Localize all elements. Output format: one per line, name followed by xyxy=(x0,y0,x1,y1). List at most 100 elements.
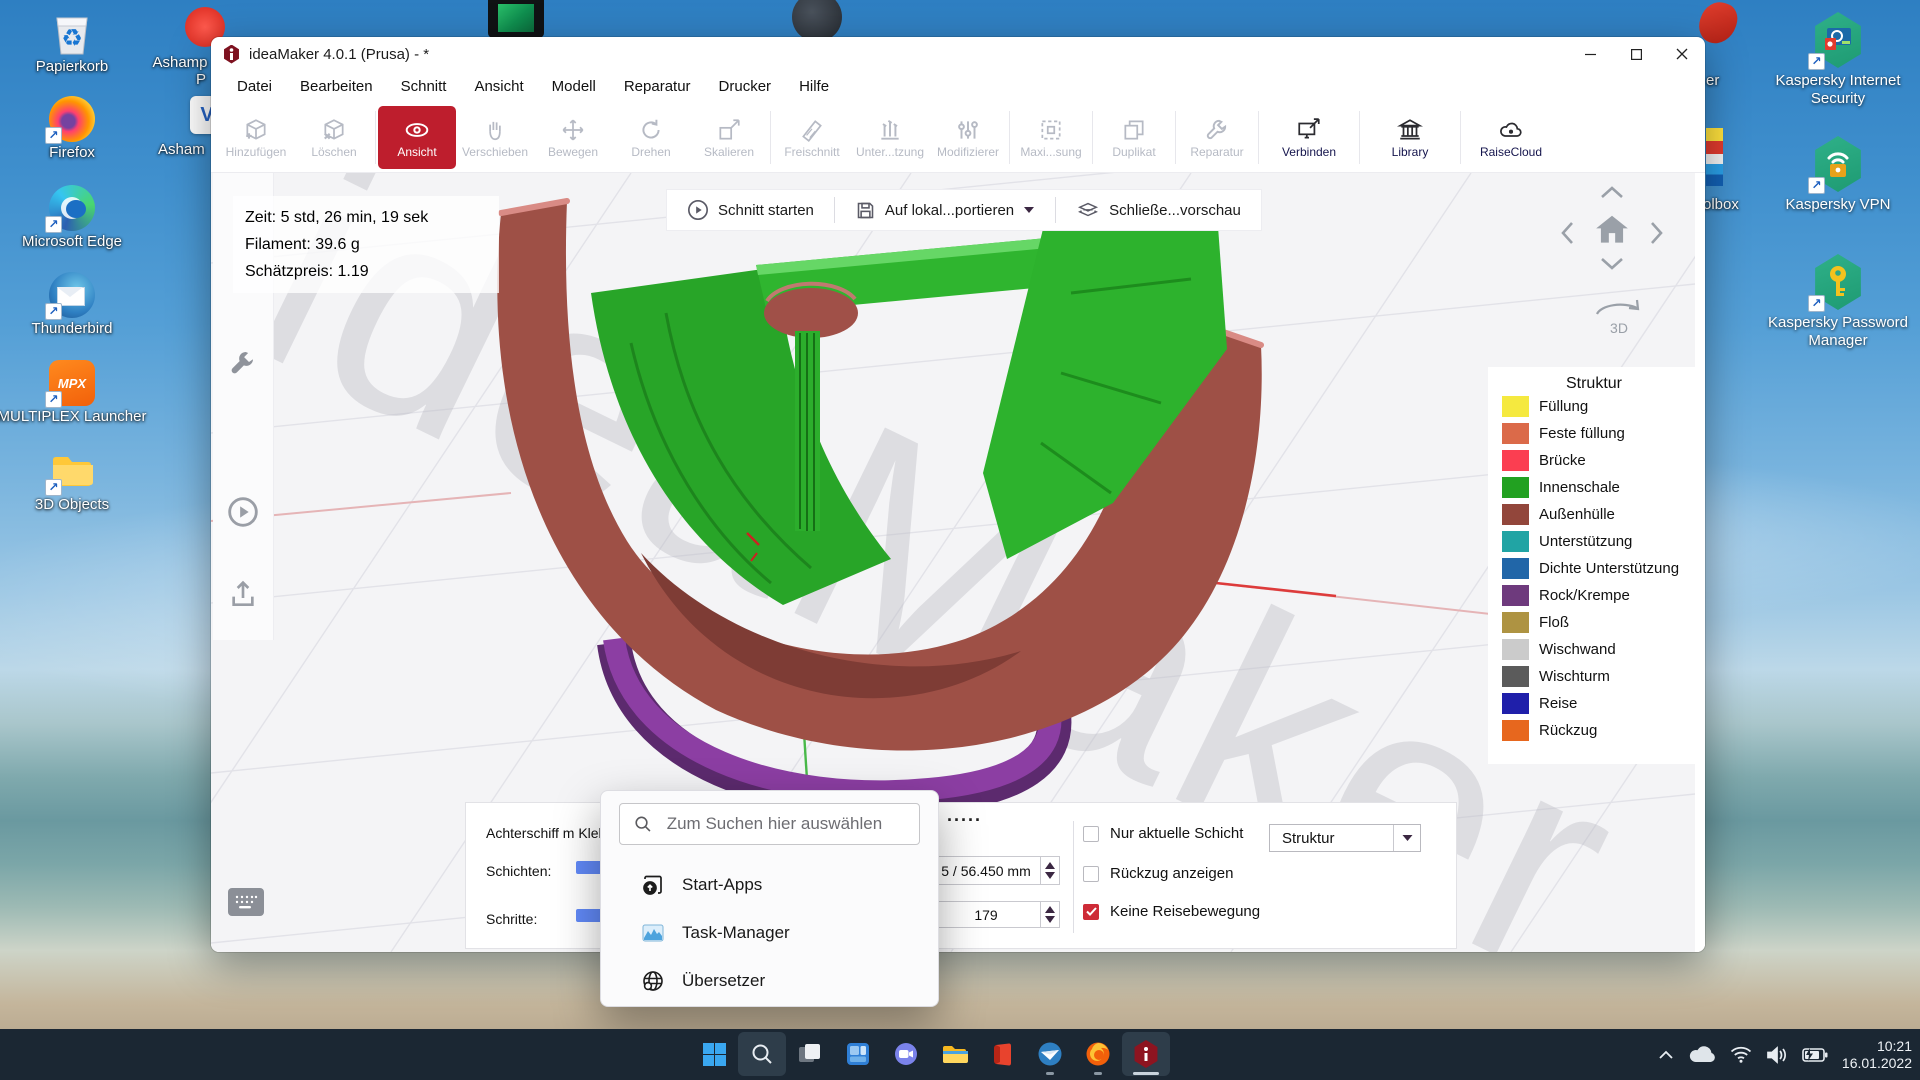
icon-label: Security xyxy=(1763,90,1913,108)
taskbar-clock[interactable]: 10:21 16.01.2022 xyxy=(1842,1038,1912,1072)
toolbar-button-library[interactable]: Library xyxy=(1362,106,1458,169)
icon-label: Ashamp xyxy=(150,52,210,71)
menu-reparatur[interactable]: Reparatur xyxy=(610,71,705,103)
legend-swatch xyxy=(1502,531,1529,552)
toolbar-button-support[interactable]: Unter...tzung xyxy=(851,106,929,169)
shortcut-arrow-icon: ↗ xyxy=(45,216,62,233)
search-input[interactable] xyxy=(665,813,905,835)
rotate-3d-icon xyxy=(1591,290,1643,320)
toolbar-button-view[interactable]: Ansicht xyxy=(378,106,456,169)
window-titlebar[interactable]: ideaMaker 4.0.1 (Prusa) - * xyxy=(211,37,1705,71)
step-spinner-arrows[interactable] xyxy=(1041,901,1060,928)
toolbar-button-modifier[interactable]: Modifizierer xyxy=(929,106,1007,169)
toolbar-button-maxsize[interactable]: Maxi...sung xyxy=(1012,106,1090,169)
toolbar-button-move[interactable]: Bewegen xyxy=(534,106,612,169)
nav-right-button[interactable] xyxy=(1649,220,1665,246)
3d-viewport[interactable]: ideaMaker xyxy=(211,173,1705,952)
edge-icon: ↗ xyxy=(49,185,95,231)
export-button[interactable] xyxy=(221,572,265,616)
taskbar-firefox-button[interactable] xyxy=(1074,1032,1122,1076)
taskbar: 10:21 16.01.2022 xyxy=(0,1029,1920,1080)
toolbar-button-rotate[interactable]: Drehen xyxy=(612,106,690,169)
toolbar-button-connect[interactable]: Verbinden xyxy=(1261,106,1357,169)
battery-icon[interactable] xyxy=(1802,1048,1828,1062)
start-button[interactable] xyxy=(690,1032,738,1076)
icon-label: er xyxy=(1706,72,1719,89)
checkbox-no-travel[interactable]: Keine Reisebewegung xyxy=(1083,903,1260,920)
file-explorer-button[interactable] xyxy=(930,1032,978,1076)
tray-chevron-up[interactable] xyxy=(1658,1050,1674,1060)
desktop-icon-multiplex-launcher[interactable]: MPX ↗ MULTIPLEX Launcher xyxy=(0,360,147,425)
layer-spinner-arrows[interactable] xyxy=(1041,856,1060,885)
menu-hilfe[interactable]: Hilfe xyxy=(785,71,843,103)
menu-drucker[interactable]: Drucker xyxy=(705,71,786,103)
desktop-icon-toolbox-partial[interactable] xyxy=(1706,128,1723,186)
taskbar-search-button[interactable] xyxy=(738,1032,786,1076)
desktop-icon-kaspersky-vpn[interactable]: ↗ Kaspersky VPN xyxy=(1763,136,1913,214)
search-box[interactable] xyxy=(619,803,920,845)
nav-up-button[interactable] xyxy=(1599,184,1625,200)
desktop-icon-3d-objects[interactable]: ↗ 3D Objects xyxy=(0,448,147,513)
close-button[interactable] xyxy=(1659,37,1705,71)
toolbar-button-scale[interactable]: Skalieren xyxy=(690,106,768,169)
nav-3d-rotate-button[interactable]: 3D xyxy=(1591,290,1647,338)
desktop-icon-recycle-bin[interactable]: ♻ Papierkorb xyxy=(0,10,147,75)
layers-icon xyxy=(1076,199,1100,221)
widgets-button[interactable] xyxy=(834,1032,882,1076)
toolbar-button-delete[interactable]: Löschen xyxy=(295,106,373,169)
toolbar-button-repair[interactable]: Reparatur xyxy=(1178,106,1256,169)
legend-swatch xyxy=(1502,396,1529,417)
nav-down-button[interactable] xyxy=(1599,256,1625,272)
minimize-button[interactable] xyxy=(1567,37,1613,71)
desktop-icon-kaspersky-internet-security[interactable]: ↗ Kaspersky Internet Security xyxy=(1763,12,1913,108)
wifi-icon[interactable] xyxy=(1730,1046,1752,1063)
search-result-translator[interactable]: Übersetzer xyxy=(601,957,938,1005)
maximize-button[interactable] xyxy=(1613,37,1659,71)
desktop-icon-firefox[interactable]: ↗ Firefox xyxy=(0,96,147,161)
checkbox-show-retraction[interactable]: Rückzug anzeigen xyxy=(1083,865,1233,882)
checkbox-current-layer[interactable]: Nur aktuelle Schicht xyxy=(1083,825,1243,842)
start-slice-button[interactable]: Schnitt starten xyxy=(667,190,834,230)
menu-schnitt[interactable]: Schnitt xyxy=(387,71,461,103)
desktop-icon-edge[interactable]: ↗ Microsoft Edge xyxy=(0,185,147,250)
shortcut-arrow-icon: ↗ xyxy=(45,303,62,320)
icon-label: MULTIPLEX Launcher xyxy=(0,408,147,425)
move-arrows-icon xyxy=(560,117,586,143)
legend-row: Dichte Unterstützung xyxy=(1502,555,1700,582)
view-mode-dropdown[interactable]: Struktur xyxy=(1269,824,1421,852)
export-local-button[interactable]: Auf lokal...portieren xyxy=(835,190,1055,230)
close-preview-button[interactable]: Schließe...vorschau xyxy=(1056,190,1261,230)
desktop-icon-thunderbird[interactable]: ↗ Thunderbird xyxy=(0,272,147,337)
search-result-start-apps[interactable]: Start-Apps xyxy=(601,861,938,909)
toolbar-button-freecut[interactable]: Freischnitt xyxy=(773,106,851,169)
nav-left-button[interactable] xyxy=(1559,220,1575,246)
layer-height-spinner[interactable]: 5 / 56.450 mm xyxy=(931,856,1041,885)
step-spinner[interactable]: 179 xyxy=(931,901,1041,928)
virtual-keyboard-button[interactable] xyxy=(228,888,264,916)
task-view-button[interactable] xyxy=(786,1032,834,1076)
menu-datei[interactable]: Datei xyxy=(223,71,286,103)
office-button[interactable] xyxy=(978,1032,1026,1076)
nav-home-button[interactable] xyxy=(1593,211,1631,249)
checkbox-checked-icon xyxy=(1083,904,1099,920)
taskbar-thunderbird-button[interactable] xyxy=(1026,1032,1074,1076)
onedrive-cloud-icon[interactable] xyxy=(1688,1046,1716,1064)
start-print-button[interactable] xyxy=(221,490,265,534)
menu-ansicht[interactable]: Ansicht xyxy=(460,71,537,103)
search-result-task-manager[interactable]: Task-Manager xyxy=(601,909,938,957)
chat-button[interactable] xyxy=(882,1032,930,1076)
panel-drag-handle[interactable]: ..... xyxy=(947,805,982,826)
close-preview-label: Schließe...vorschau xyxy=(1109,202,1241,219)
menu-modell[interactable]: Modell xyxy=(538,71,610,103)
toolbar-button-duplicate[interactable]: Duplikat xyxy=(1095,106,1173,169)
toolbar-button-pan[interactable]: Verschieben xyxy=(456,106,534,169)
menu-bearbeiten[interactable]: Bearbeiten xyxy=(286,71,387,103)
taskbar-ideamaker-button[interactable] xyxy=(1122,1032,1170,1076)
legend-swatch xyxy=(1502,450,1529,471)
partial-app-icon[interactable] xyxy=(488,0,544,38)
desktop-icon-kaspersky-password-manager[interactable]: ↗ Kaspersky Password Manager xyxy=(1761,254,1915,350)
toolbar-button-add[interactable]: Hinzufügen xyxy=(217,106,295,169)
settings-wrench-button[interactable] xyxy=(221,341,265,385)
toolbar-button-raisecloud[interactable]: RaiseCloud xyxy=(1463,106,1559,169)
volume-icon[interactable] xyxy=(1766,1046,1788,1064)
